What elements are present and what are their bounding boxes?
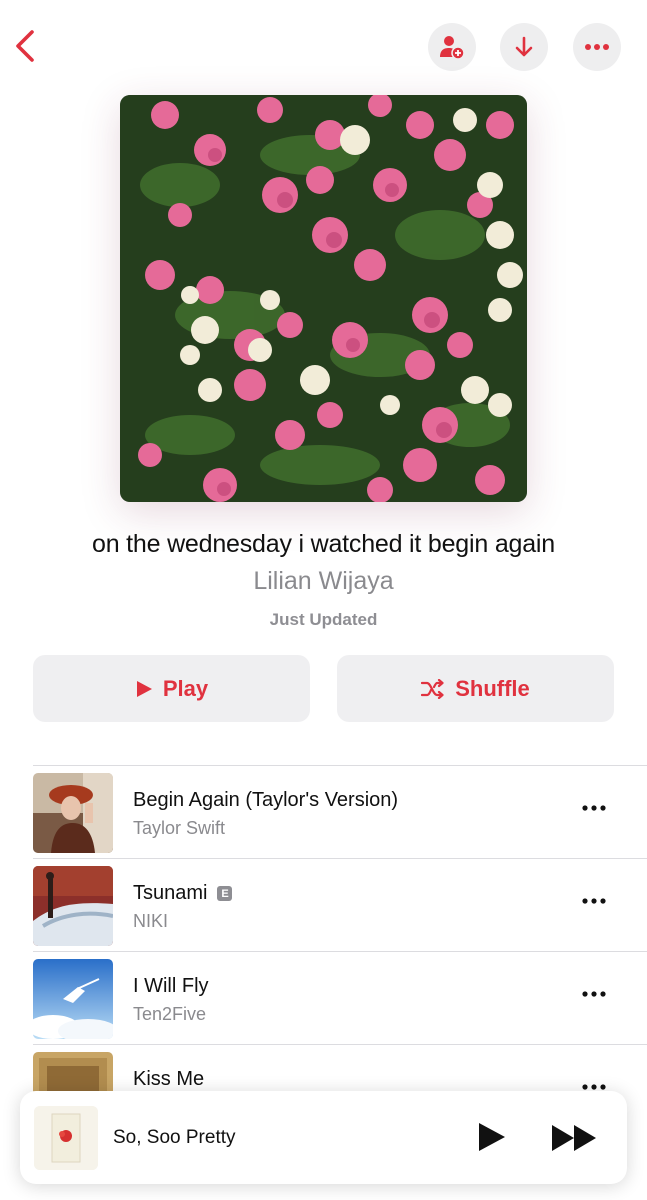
now-playing-title: So, Soo Pretty [113, 1127, 236, 1148]
download-button[interactable] [500, 23, 548, 71]
track-artwork [33, 866, 113, 946]
track-artist: Ten2Five [133, 1004, 207, 1024]
person-add-icon [440, 36, 465, 60]
playlist-curator[interactable]: Lilian Wijaya [0, 567, 647, 596]
track-row[interactable]: Begin Again (Taylor's Version) Taylor Sw… [33, 765, 647, 858]
chevron-left-icon [16, 30, 34, 62]
play-button[interactable]: Play [33, 655, 310, 722]
track-title: Tsunami E [133, 882, 233, 905]
track-row[interactable]: Tsunami E NIKI [33, 858, 647, 951]
shuffle-label: Shuffle [455, 675, 530, 701]
playlist-title: on the wednesday i watched it begin agai… [92, 530, 555, 558]
track-row[interactable]: I Will Fly Ten2Five [33, 951, 647, 1044]
mini-player[interactable]: So, Soo Pretty [20, 1091, 627, 1184]
track-artist: NIKI [133, 911, 169, 931]
add-collaborator-button[interactable] [428, 23, 476, 71]
track-title: I Will Fly [133, 975, 209, 997]
track-artist: Taylor Swift [133, 818, 226, 838]
track-title: Kiss Me [133, 1068, 205, 1090]
track-more-icon[interactable] [581, 895, 607, 907]
playlist-artwork [120, 95, 527, 502]
track-more-icon[interactable] [581, 802, 607, 814]
shuffle-icon [421, 678, 444, 699]
track-artwork [33, 959, 113, 1039]
playlist-updated-status: Just Updated [269, 610, 378, 629]
track-list: Begin Again (Taylor's Version) Taylor Sw… [33, 765, 647, 1137]
now-playing-artwork [34, 1106, 98, 1170]
explicit-badge: E [217, 886, 233, 901]
top-bar [0, 0, 647, 92]
track-more-icon[interactable] [581, 988, 607, 1000]
track-artwork [33, 773, 113, 853]
play-label: Play [162, 675, 209, 701]
fast-forward-icon[interactable] [550, 1123, 600, 1153]
back-button[interactable] [8, 26, 44, 66]
play-icon[interactable] [476, 1121, 508, 1153]
shuffle-button[interactable]: Shuffle [337, 655, 614, 722]
track-title: Begin Again (Taylor's Version) [133, 789, 399, 811]
arrow-down-icon [515, 36, 533, 57]
play-icon [136, 680, 152, 697]
ellipsis-icon [585, 44, 609, 50]
more-options-button[interactable] [573, 23, 621, 71]
